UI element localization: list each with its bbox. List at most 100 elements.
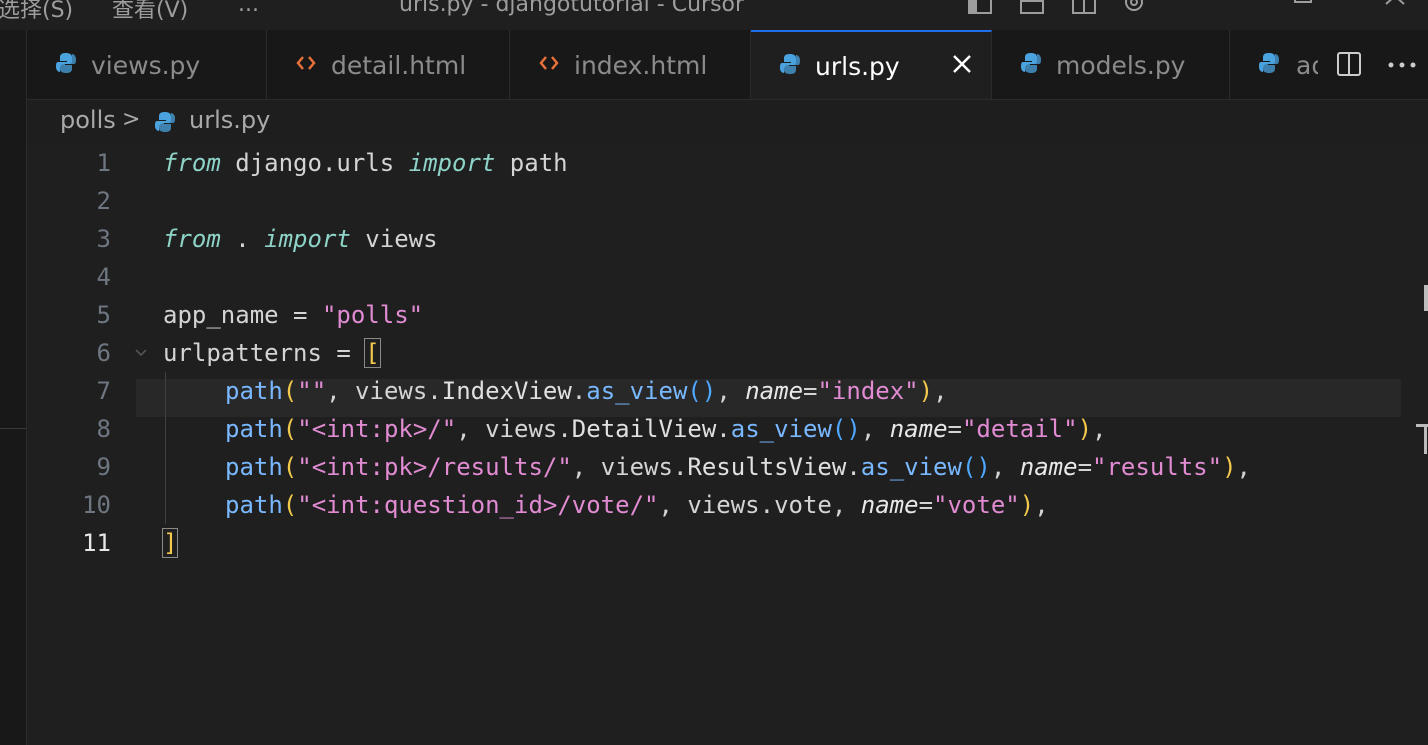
line-number: 8: [96, 415, 111, 443]
html-icon: [296, 56, 316, 70]
html-icon: [539, 56, 559, 70]
line-number: 10: [82, 491, 111, 519]
method-name: as_view: [860, 453, 962, 481]
function-name: path: [225, 377, 283, 405]
code-text: .: [571, 377, 587, 405]
code-text: =: [947, 415, 962, 443]
code-text: ,: [860, 415, 890, 443]
maximize-icon[interactable]: [1292, 0, 1316, 14]
code-line-8: path("<int:pk>/", views.DetailView.as_vi…: [225, 410, 1106, 448]
tab-models-py[interactable]: models.py: [992, 30, 1230, 99]
toggle-panel-icon[interactable]: [1020, 0, 1044, 14]
tab-label: models.py: [1056, 51, 1186, 80]
tab-detail-html[interactable]: detail.html: [267, 30, 510, 99]
code-text: ,: [990, 453, 1020, 481]
string-literal: "<int:pk>/": [297, 415, 457, 443]
code-text: ,: [1236, 453, 1251, 481]
param-name: name: [745, 377, 804, 405]
code-line-10: path("<int:question_id>/vote/", views.vo…: [225, 486, 1049, 524]
code-text: =: [803, 377, 818, 405]
activity-divider: [0, 428, 26, 429]
code-text: app_name =: [163, 301, 322, 329]
line-number: 5: [96, 301, 111, 329]
code-text: , views.: [456, 415, 572, 443]
keyword: import: [408, 149, 496, 177]
code-text: =: [1077, 453, 1093, 481]
window-title: urls.py - djangotutorial - Cursor: [399, 0, 745, 17]
param-name: name: [860, 491, 919, 519]
code-text: ,: [1034, 491, 1049, 519]
code-text: django.urls: [220, 149, 409, 177]
layout-icon[interactable]: [1072, 0, 1096, 14]
breadcrumb-file[interactable]: urls.py: [189, 106, 270, 134]
tab-overflow-py[interactable]: ad: [1230, 30, 1330, 99]
paren: (): [831, 415, 861, 443]
code-line-11: ]: [161, 524, 179, 562]
python-icon: [780, 54, 800, 74]
line-number: 6: [96, 339, 111, 367]
menu-select[interactable]: 选择(S): [0, 0, 73, 24]
paren: (: [282, 377, 298, 405]
code-text: .: [846, 453, 861, 481]
param-name: name: [889, 415, 948, 443]
paren: ): [1019, 491, 1035, 519]
code-line-6: urlpatterns = [: [163, 334, 381, 372]
string-literal: "<int:pk>/results/": [297, 453, 572, 481]
function-name: path: [225, 415, 283, 443]
paren: (: [282, 415, 298, 443]
code-text: path: [495, 149, 568, 177]
more-actions-icon[interactable]: [1388, 62, 1416, 68]
code-line-7: path("", views.IndexView.as_view(), name…: [225, 372, 948, 410]
split-editor-icon[interactable]: [1336, 51, 1362, 77]
method-name: as_view: [586, 377, 688, 405]
code-text: =: [918, 491, 934, 519]
overview-ruler-marker: [1424, 424, 1427, 454]
python-icon: [155, 112, 175, 132]
line-number-active: 11: [82, 529, 111, 557]
method-name: as_view: [730, 415, 832, 443]
editor-actions: [1318, 30, 1428, 99]
string-literal: "": [297, 377, 327, 405]
code-line-9: path("<int:pk>/results/", views.ResultsV…: [225, 448, 1251, 486]
tab-index-html[interactable]: index.html: [510, 30, 751, 99]
class-name: DetailView: [571, 415, 717, 443]
string-literal: "detail": [961, 415, 1078, 443]
python-icon: [1021, 53, 1041, 73]
settings-gear-icon[interactable]: [1122, 0, 1146, 14]
minimize-icon[interactable]: [1200, 0, 1224, 14]
line-number: 2: [96, 187, 111, 215]
code-line-1: from django.urls import path: [163, 144, 568, 182]
line-number: 7: [96, 377, 111, 405]
string-literal: "index": [817, 377, 919, 405]
paren: ): [1222, 453, 1237, 481]
tab-label: views.py: [91, 51, 201, 80]
fold-chevron-icon[interactable]: [132, 344, 150, 362]
minimap-marker: [1424, 285, 1428, 311]
tab-label: urls.py: [815, 52, 900, 81]
close-tab-icon[interactable]: [951, 53, 973, 75]
indent-guide: [165, 372, 166, 524]
menu-more[interactable]: ...: [238, 0, 259, 17]
tab-label: detail.html: [331, 51, 467, 80]
code-text: .: [716, 415, 731, 443]
code-text: , views.vote,: [658, 491, 861, 519]
function-name: path: [225, 453, 283, 481]
code-line-5: app_name = "polls": [163, 296, 423, 334]
code-text: urlpatterns =: [163, 339, 366, 367]
keyword: import: [264, 225, 351, 253]
paren: (): [687, 377, 717, 405]
tab-bar: views.py detail.html index.html urls.py …: [27, 30, 1428, 100]
code-text: ,: [933, 377, 948, 405]
code-text: ,: [1092, 415, 1107, 443]
string-literal: "polls": [321, 301, 424, 329]
line-number: 9: [96, 453, 111, 481]
breadcrumb-folder[interactable]: polls: [60, 106, 116, 134]
class-name: ResultsView: [687, 453, 847, 481]
menu-view[interactable]: 查看(V): [112, 0, 188, 24]
toggle-sidebar-icon[interactable]: [968, 0, 992, 14]
close-window-icon[interactable]: [1384, 0, 1408, 14]
activity-bar: [0, 30, 27, 745]
code-text: , views.: [326, 377, 442, 405]
tab-views-py[interactable]: views.py: [27, 30, 267, 99]
tab-urls-py[interactable]: urls.py: [751, 30, 992, 99]
